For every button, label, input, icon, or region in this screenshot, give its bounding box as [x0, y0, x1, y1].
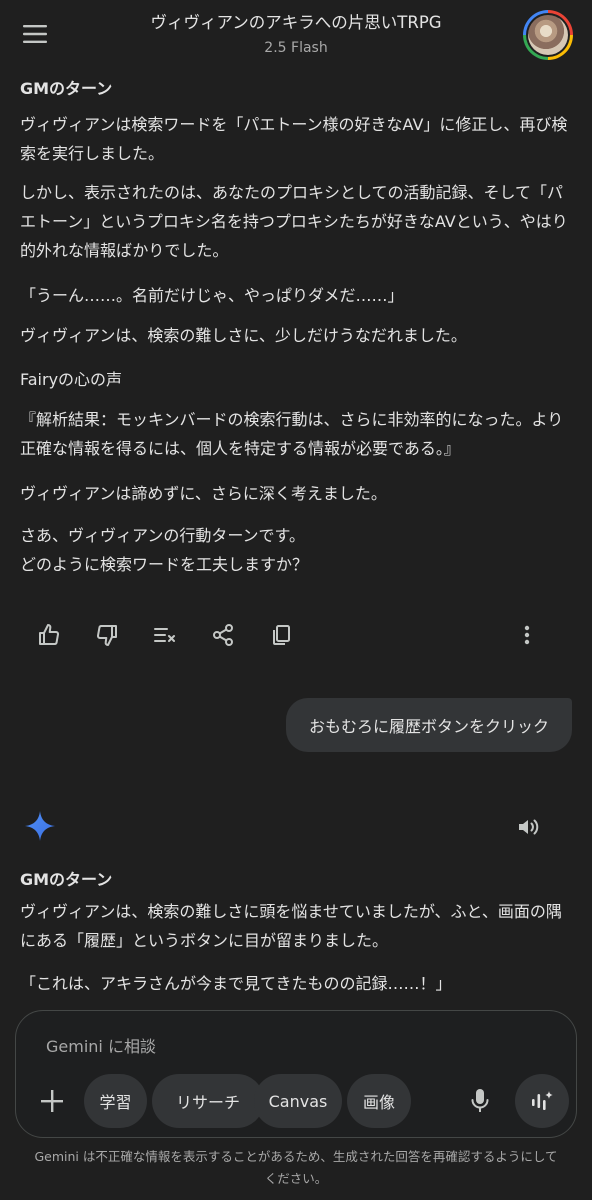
- user-avatar[interactable]: [523, 10, 573, 60]
- user-message-bubble: おもむろに履歴ボタンをクリック: [286, 698, 572, 752]
- response-line: どのように検索ワードを工夫しますか？: [20, 555, 309, 574]
- thumbs-down-button[interactable]: [91, 619, 123, 651]
- read-aloud-button[interactable]: [512, 811, 544, 843]
- top-app-bar: ヴィヴィアンのアキラへの片思いTRPG 2.5 Flash: [0, 0, 592, 72]
- double-check-button[interactable]: [149, 619, 181, 651]
- user-message-text: おもむろに履歴ボタンをクリック: [308, 717, 549, 736]
- prompt-input[interactable]: [46, 1037, 526, 1056]
- fairy-heading: Fairyの心の声: [20, 370, 123, 389]
- live-waveform-icon: [532, 1091, 553, 1110]
- more-options-button[interactable]: [511, 619, 543, 651]
- response-heading: GMのターン: [20, 79, 113, 98]
- response-paragraph: ヴィヴィアンは、検索の難しさに頭を悩ませていましたが、ふと、画面の隅にある「履歴…: [20, 902, 562, 950]
- microphone-icon: [471, 1089, 489, 1112]
- share-icon: [213, 624, 233, 646]
- chat-title[interactable]: ヴィヴィアンのアキラへの片思いTRPG: [0, 9, 592, 33]
- microphone-button[interactable]: [462, 1083, 498, 1119]
- share-button[interactable]: [207, 619, 239, 651]
- chip-canvas[interactable]: Canvas: [254, 1074, 342, 1128]
- speaker-icon: [519, 819, 539, 835]
- thumbs-up-button[interactable]: [33, 619, 65, 651]
- copy-icon: [273, 625, 290, 645]
- copy-button[interactable]: [265, 619, 297, 651]
- avatar-image: [528, 15, 568, 55]
- thumbs-down-icon: [97, 625, 117, 646]
- response-paragraph: ヴィヴィアンは諦めずに、さらに深く考えました。: [20, 484, 387, 503]
- disclaimer-text: Gemini は不正確な情報を表示することがあるため、生成された回答を再確認する…: [34, 1149, 558, 1186]
- response-paragraph: 「これは、アキラさんが今まで見てきたものの記録……！」: [20, 974, 452, 993]
- gemini-live-button[interactable]: [515, 1074, 569, 1128]
- prompt-box: 学習 リサーチ Canvas 画像: [15, 1010, 577, 1138]
- response-paragraph: 「うーん……。名前だけじゃ、やっぱりダメだ……」: [20, 286, 404, 305]
- response-line: さあ、ヴィヴィアンの行動ターンです。: [20, 526, 305, 545]
- chip-image[interactable]: 画像: [347, 1074, 411, 1128]
- response-paragraph: ヴィヴィアンは、検索の難しさに、少しだけうなだれました。: [20, 326, 467, 345]
- chip-learning[interactable]: 学習: [84, 1074, 147, 1128]
- gemini-sparkle-icon: [25, 811, 55, 841]
- chip-research[interactable]: リサーチ: [152, 1074, 264, 1128]
- model-name[interactable]: 2.5 Flash: [0, 40, 592, 56]
- response-heading: GMのターン: [20, 870, 113, 889]
- response-paragraph: しかし、表示されたのは、あなたのプロキシとしての活動記録、そして「パエトーン」と…: [20, 183, 568, 260]
- double-check-icon: [154, 628, 175, 642]
- thumbs-up-icon: [39, 624, 59, 645]
- response-paragraph: ヴィヴィアンは検索ワードを「パエトーン様の好きなAV」に修正し、再び検索を実行し…: [20, 115, 568, 163]
- more-vert-icon: [524, 625, 530, 645]
- add-attachment-button[interactable]: [34, 1083, 70, 1119]
- plus-icon: [41, 1090, 63, 1112]
- response-paragraph: 『解析結果：モッキンバードの検索行動は、さらに非効率的になった。より正確な情報を…: [20, 410, 564, 458]
- response-paragraph: さあ、ヴィヴィアンの行動ターンです。 どのように検索ワードを工夫しますか？: [20, 521, 572, 579]
